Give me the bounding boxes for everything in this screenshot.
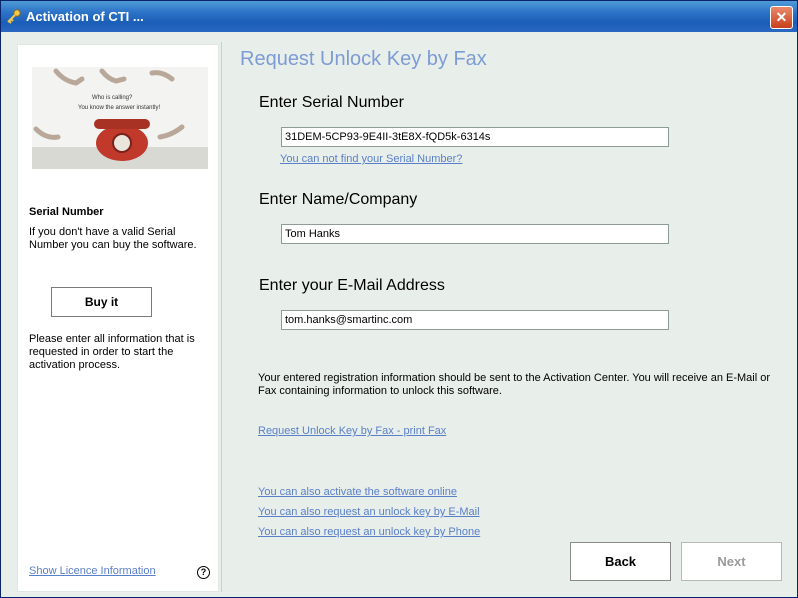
help-icon[interactable]: ? (197, 566, 210, 579)
photo-caption-2: You know the answer instantly! (78, 105, 161, 111)
serial-number-label: Enter Serial Number (259, 94, 404, 111)
show-licence-link[interactable]: Show Licence Information (29, 565, 156, 577)
photo-caption-1: Who is calling? (92, 95, 133, 101)
page-title: Request Unlock Key by Fax (240, 48, 487, 70)
name-company-input[interactable] (281, 224, 669, 244)
close-button[interactable]: ✕ (770, 6, 793, 29)
next-button[interactable]: Next (681, 542, 782, 581)
request-by-phone-link[interactable]: You can also request an unlock key by Ph… (258, 526, 480, 538)
activate-online-link[interactable]: You can also activate the software onlin… (258, 486, 457, 498)
title-bar[interactable]: Activation of CTI ... ✕ (1, 1, 797, 32)
request-by-email-link[interactable]: You can also request an unlock key by E-… (258, 506, 480, 518)
dialog-content: Who is calling? You know the answer inst… (3, 32, 795, 595)
buy-it-button[interactable]: Buy it (51, 287, 152, 317)
activation-info-text: Please enter all information that is req… (29, 333, 195, 371)
telephone-photo: Who is calling? You know the answer inst… (32, 67, 208, 169)
serial-number-description: If you don't have a valid Serial Number … (29, 226, 197, 251)
close-icon: ✕ (775, 9, 788, 25)
key-icon (6, 8, 22, 24)
window-title: Activation of CTI ... (26, 9, 144, 24)
sidebar-panel: Who is calling? You know the answer inst… (17, 44, 219, 592)
email-label: Enter your E-Mail Address (259, 277, 445, 294)
print-fax-link[interactable]: Request Unlock Key by Fax - print Fax (258, 425, 446, 437)
find-serial-link[interactable]: You can not find your Serial Number? (280, 153, 462, 165)
panel-divider (221, 42, 222, 592)
back-button[interactable]: Back (570, 542, 671, 581)
email-input[interactable] (281, 310, 669, 330)
activation-window: Activation of CTI ... ✕ Who is calling? … (0, 0, 798, 598)
serial-number-input[interactable] (281, 127, 669, 147)
name-company-label: Enter Name/Company (259, 191, 418, 208)
registration-info-text: Your entered registration information sh… (258, 372, 770, 397)
serial-number-heading: Serial Number (29, 206, 104, 218)
